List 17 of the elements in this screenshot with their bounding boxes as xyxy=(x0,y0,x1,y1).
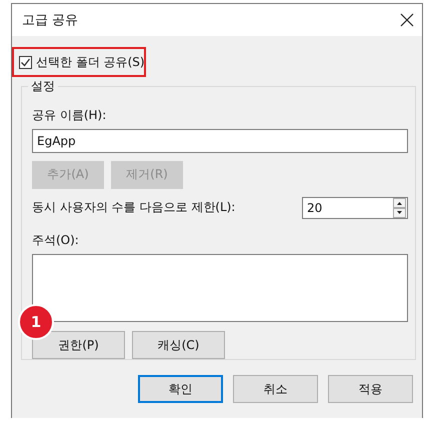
share-name-field[interactable]: EgApp xyxy=(32,129,408,153)
dialog-button[interactable]: 권한(P) xyxy=(32,331,125,359)
checkbox-label: 선택한 폴더 공유(S) xyxy=(36,54,145,70)
dialog-button[interactable]: 확인 xyxy=(138,375,223,403)
group-title: 설정 xyxy=(28,78,58,95)
number-badge: 1 xyxy=(18,304,54,340)
dialog-button[interactable]: 캐싱(C) xyxy=(132,331,225,359)
window-title: 고급 공유 xyxy=(22,12,78,29)
share-checkbox-row[interactable]: 선택한 폴더 공유(S) xyxy=(13,48,145,76)
close-icon[interactable] xyxy=(400,13,414,27)
user-limit-spinbox[interactable]: 20 xyxy=(302,196,408,219)
share-name-label: 공유 이름(H): xyxy=(32,107,108,124)
dialog-button[interactable]: 적용 xyxy=(328,375,413,403)
dialog-button[interactable]: 취소 xyxy=(233,375,318,403)
checkbox[interactable] xyxy=(19,56,32,68)
comment-label: 주석(O): xyxy=(32,232,80,249)
user-limit-label: 동시 사용자의 수를 다음으로 제한(L): xyxy=(32,199,236,216)
